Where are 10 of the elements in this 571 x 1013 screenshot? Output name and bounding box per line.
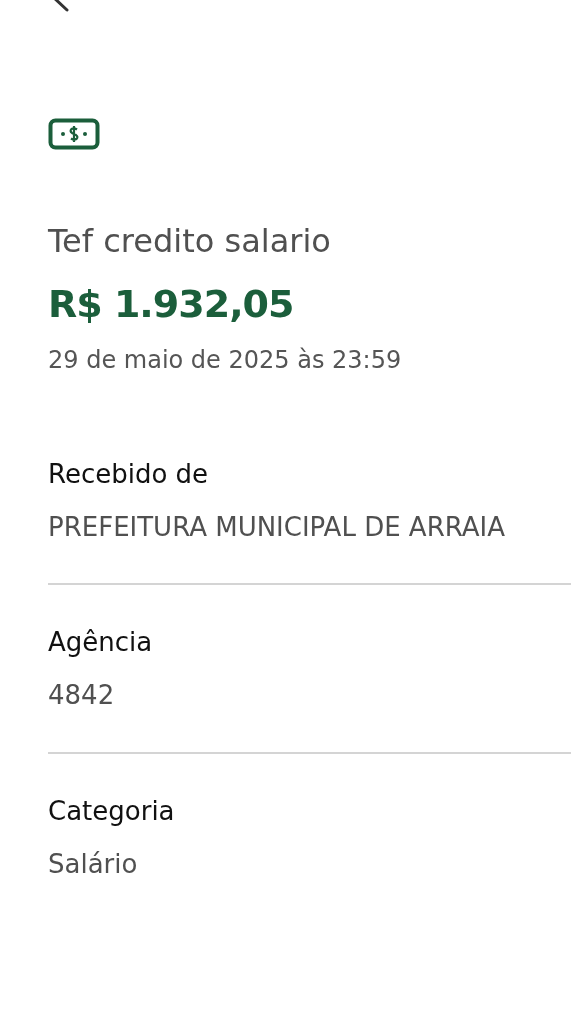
field-label: Agência	[48, 627, 153, 659]
transaction-description: Tef credito salario	[48, 222, 331, 261]
transaction-date: 29 de maio de 2025 às 23:59	[48, 346, 402, 375]
field-value: 4842	[48, 680, 115, 712]
field-value: PREFEITURA MUNICIPAL DE ARRAIA	[48, 511, 505, 544]
banknote-icon	[48, 118, 100, 150]
field-label: Recebido de	[48, 458, 209, 490]
field-value: Salário	[48, 848, 138, 880]
transaction-amount: R$ 1.932,05	[48, 282, 294, 328]
field-label: Categoria	[48, 795, 175, 827]
